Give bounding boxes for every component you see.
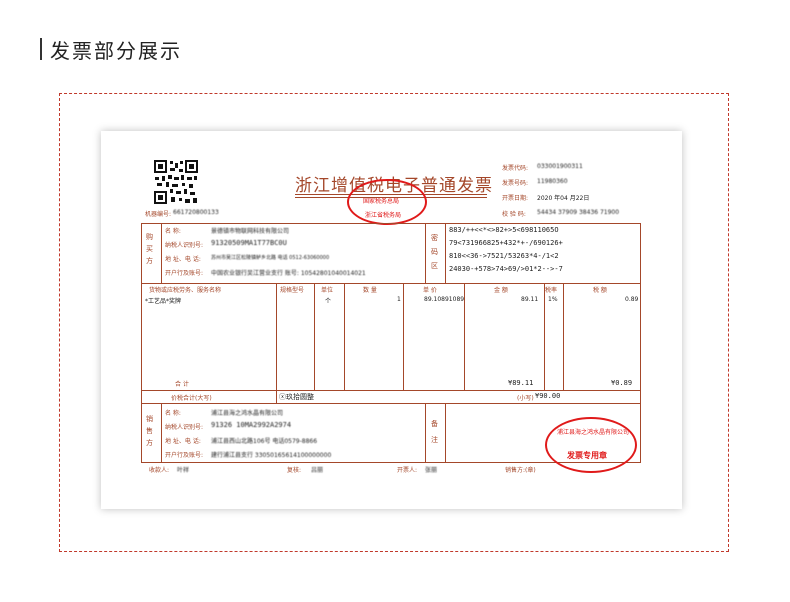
col-header-qty: 数 量 xyxy=(363,287,377,294)
grand-total-words: ⓧ玖拾圆整 xyxy=(279,393,314,401)
col-divider xyxy=(276,283,277,390)
col-header-unit: 单位 xyxy=(321,287,334,294)
issuer-value: 张丽 xyxy=(425,467,438,474)
buyer-bank-label: 开户行及账号: xyxy=(165,270,204,277)
item-rate: 1% xyxy=(548,296,558,303)
review-label: 复核: xyxy=(287,467,302,474)
buyer-side-divider xyxy=(161,223,162,283)
page-title: 发票部分展示 xyxy=(50,39,182,63)
buyer-tax-value: 91320509MA1T77BC0U xyxy=(211,239,287,247)
remark-label-divider xyxy=(445,403,446,463)
buyer-name-label: 名 称: xyxy=(165,228,181,235)
item-price: 89.10891089 xyxy=(424,296,465,303)
check-code-value: 54434 37909 38436 71900 xyxy=(537,209,620,216)
invoice-date-label: 开票日期: xyxy=(502,195,529,202)
totals-bottom-line xyxy=(141,390,641,391)
item-name: *工艺品*奖牌 xyxy=(145,298,182,305)
col-divider xyxy=(344,283,345,390)
seller-bank-label: 开户行及账号: xyxy=(165,452,204,459)
item-unit: 个 xyxy=(325,298,332,305)
seller-bank-value: 建行浦江县支行 33050165614100000000 xyxy=(211,452,332,459)
seller-name-label: 名 称: xyxy=(165,410,181,417)
machine-number-label: 机器编号: xyxy=(145,211,172,218)
issuer-label: 开票人: xyxy=(397,467,418,474)
grand-total-small-label: (小写) xyxy=(517,395,534,402)
seller-name-value: 浦江县海之鸿水晶有限公司 xyxy=(211,410,284,417)
payee-label: 收款人: xyxy=(149,467,170,474)
cipher-side-label: 密码区 xyxy=(431,234,438,270)
item-qty: 1 xyxy=(397,296,401,303)
check-code-label: 校 验 码: xyxy=(502,211,526,218)
invoice-number-label: 发票号码: xyxy=(502,180,529,187)
seller-address-label: 地 址、电 话: xyxy=(165,438,201,445)
machine-number-value: 661720800133 xyxy=(173,209,219,216)
seller-address-value: 浦江县西山北路106号 电话0579-8866 xyxy=(211,438,318,445)
totals-label: 合 计 xyxy=(175,381,189,388)
buyer-bottom-line xyxy=(141,283,641,284)
col-divider xyxy=(544,283,545,390)
seller-side-label: 销售方 xyxy=(146,415,153,447)
seller-tax-label: 纳税人识别号: xyxy=(165,424,204,431)
cipher-line: 79<731966825+432*+-/690126+ xyxy=(449,239,563,247)
buyer-address-value: 苏州市吴江区松陵镇鲈乡北路 电话 0512-63060000 xyxy=(211,255,330,261)
cipher-left-divider xyxy=(425,223,426,283)
buyer-side-label: 购买方 xyxy=(146,233,153,265)
col-header-name: 货物或应税劳务、服务名称 xyxy=(149,287,222,294)
invoice-date-value: 2020 年04 月22日 xyxy=(537,195,590,202)
header-accent-bar xyxy=(40,38,42,60)
col-header-rate: 税率 xyxy=(545,287,558,294)
item-amount: 89.11 xyxy=(521,296,539,303)
col-divider xyxy=(403,283,404,390)
item-tax: 0.89 xyxy=(625,296,639,303)
tax-bureau-stamp: 国家税务总局 浙江省税务局 xyxy=(347,179,427,225)
buyer-name-value: 景德镇市物联网科技有限公司 xyxy=(211,228,290,235)
col-header-spec: 规格型号 xyxy=(280,287,305,294)
buyer-tax-label: 纳税人识别号: xyxy=(165,242,204,249)
cipher-label-divider xyxy=(445,223,446,283)
seller-tax-value: 91326 10MA2992A2974 xyxy=(211,421,292,429)
col-divider xyxy=(464,283,465,390)
seller-invoice-stamp: 浦江县海之鸿水晶有限公司 发票专用章 xyxy=(545,417,637,473)
cipher-line: 810<<36->7521/53263*4-/1<2 xyxy=(449,252,559,260)
invoice-paper: 浙江增值税电子普通发票 国家税务总局 浙江省税务局 发票代码: 03300190… xyxy=(101,131,682,509)
col-divider xyxy=(563,283,564,390)
qr-code-icon xyxy=(153,159,199,205)
buyer-address-label: 地 址、电 话: xyxy=(165,256,201,263)
col-header-price: 单 价 xyxy=(423,287,437,294)
remark-label: 备注 xyxy=(431,420,438,444)
totals-tax: ¥0.89 xyxy=(611,379,633,387)
invoice-code-value: 033001900311 xyxy=(537,163,583,170)
buyer-bank-value: 中国农业银行吴江营业支行 账号: 10542801040014021 xyxy=(211,270,366,277)
remark-left-divider xyxy=(425,403,426,463)
grand-total-bottom-line xyxy=(141,403,641,404)
cipher-line: 883/++<<*<>82+>5<69811065O xyxy=(449,226,559,234)
cipher-line: 24030-+578>74>69/>01*2-->-7 xyxy=(449,265,563,273)
invoice-number-value: 11980360 xyxy=(537,178,568,185)
invoice-code-label: 发票代码: xyxy=(502,165,529,172)
payee-value: 叶祥 xyxy=(177,467,190,474)
totals-amount: ¥89.11 xyxy=(508,379,534,387)
grand-total-divider xyxy=(276,390,277,403)
col-header-tax: 税 额 xyxy=(593,287,607,294)
grand-total-small-value: ¥90.00 xyxy=(535,392,561,400)
seller-seal-label: 销售方:(章) xyxy=(505,467,536,474)
col-header-amount: 金 额 xyxy=(494,287,508,294)
seller-side-divider xyxy=(161,403,162,463)
col-divider xyxy=(314,283,315,390)
grand-total-label: 价税合计(大写) xyxy=(171,395,212,402)
review-value: 吕丽 xyxy=(311,467,324,474)
